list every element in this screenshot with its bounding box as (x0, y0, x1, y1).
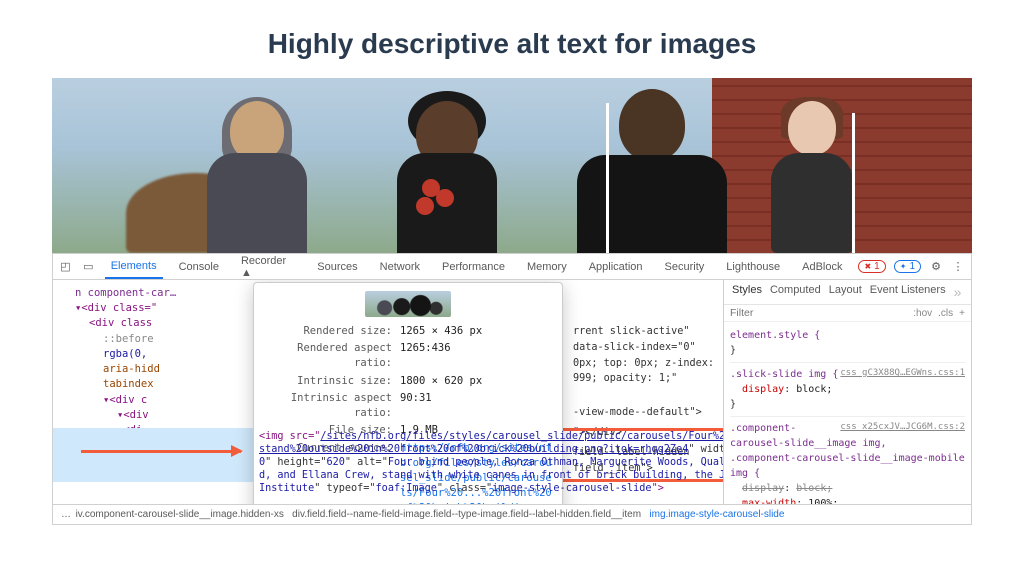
styles-tab-layout[interactable]: Layout (829, 284, 862, 300)
person-2 (382, 83, 512, 253)
info-badge[interactable]: 1 (894, 260, 921, 273)
slide-title: Highly descriptive alt text for images (0, 0, 1024, 78)
crumb[interactable]: div.field.field--name-field-image.field-… (292, 509, 641, 520)
tab-memory[interactable]: Memory (521, 254, 573, 279)
tree-frag: rrent slick-active" data-slick-index="0" (573, 324, 723, 356)
elements-tree[interactable]: n component-car… ▾<div class=" <div clas… (53, 280, 723, 504)
style-rule[interactable]: css_x25cxJV…JCG6M.css:2 .component-carou… (730, 419, 965, 504)
settings-icon[interactable]: ⚙ (929, 260, 943, 274)
devtools-tabbar: ◰ ▭ Elements Console Recorder ▲ Sources … (53, 254, 971, 280)
tab-adblock[interactable]: AdBlock (796, 254, 848, 279)
error-badge[interactable]: 1 (858, 260, 885, 273)
callout-arrow (81, 450, 241, 453)
tree-frag: 0px; top: 0px; z-index: 999; opacity: 1;… (573, 356, 723, 388)
tab-lighthouse[interactable]: Lighthouse (720, 254, 786, 279)
styles-tab-computed[interactable]: Computed (770, 284, 821, 300)
devtools-panel: ◰ ▭ Elements Console Recorder ▲ Sources … (52, 253, 972, 525)
crumb-ellipsis[interactable]: … (61, 509, 70, 520)
person-3 (562, 83, 742, 253)
tab-elements[interactable]: Elements (105, 254, 163, 279)
person-1 (192, 83, 322, 253)
style-rule[interactable]: element.style {} (730, 326, 965, 363)
tree-frag: -view-mode--default"> (573, 405, 723, 421)
hov-chip[interactable]: :hov (913, 308, 932, 319)
styles-tab-styles[interactable]: Styles (732, 284, 762, 300)
tab-application[interactable]: Application (583, 254, 649, 279)
inspect-icon[interactable]: ◰ (59, 260, 72, 274)
tab-performance[interactable]: Performance (436, 254, 511, 279)
tab-recorder[interactable]: Recorder ▲ (235, 254, 301, 279)
styles-pane: Styles Computed Layout Event Listeners »… (723, 280, 971, 504)
tab-console[interactable]: Console (173, 254, 225, 279)
highlighted-img-tag[interactable]: <img src="/sites/nfb.org/files/styles/ca… (259, 430, 723, 495)
breadcrumb[interactable]: … iv.component-carousel-slide__image.hid… (53, 504, 971, 524)
style-rule[interactable]: css_gC3X88Q…EGWns.css:1 .slick-slide img… (730, 365, 965, 417)
tab-network[interactable]: Network (374, 254, 426, 279)
styles-tab-events[interactable]: Event Listeners (870, 284, 946, 300)
tab-sources[interactable]: Sources (311, 254, 363, 279)
selection-highlight (53, 428, 253, 482)
hero-photo (52, 78, 972, 253)
chevron-right-icon[interactable]: » (954, 284, 962, 300)
add-rule-chip[interactable]: + (959, 308, 965, 319)
styles-filter-input[interactable] (730, 307, 907, 319)
crumb-active[interactable]: img.image-style-carousel-slide (649, 509, 784, 520)
tooltip-thumbnail (365, 291, 451, 317)
person-4 (752, 83, 872, 253)
more-icon[interactable]: ⋮ (951, 260, 965, 274)
device-toggle-icon[interactable]: ▭ (82, 260, 95, 274)
cls-chip[interactable]: .cls (938, 308, 953, 319)
tab-security[interactable]: Security (659, 254, 711, 279)
crumb[interactable]: iv.component-carousel-slide__image.hidde… (76, 509, 284, 520)
